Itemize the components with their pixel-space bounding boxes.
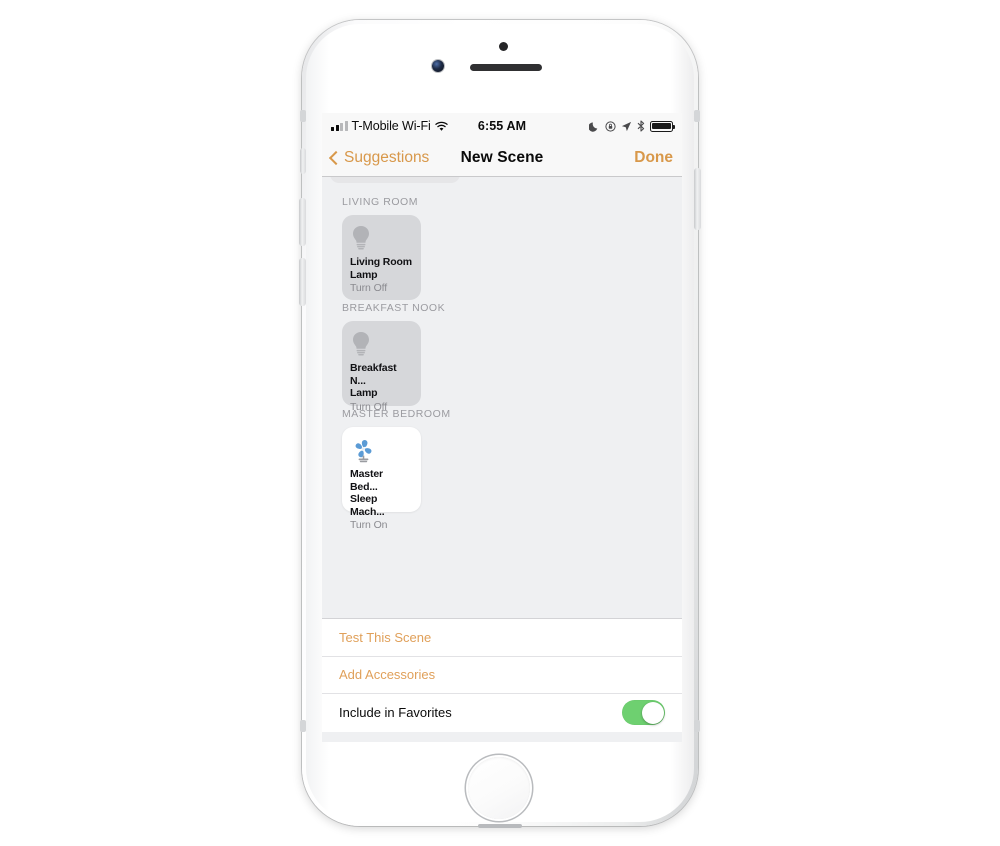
antenna-band-right-top — [694, 110, 700, 122]
power-button[interactable] — [694, 168, 701, 230]
tile-name: Breakfast N... Lamp — [350, 362, 413, 400]
wifi-icon — [435, 121, 448, 131]
test-this-scene-button[interactable]: Test This Scene — [322, 619, 682, 657]
scene-accessories-list: LIVING ROOM Living Room Lamp Turn Off BR… — [322, 177, 682, 618]
tile-name: Living Room Lamp — [350, 256, 413, 281]
tile-state: Turn Off — [350, 282, 388, 294]
tile-name-line2: Sleep Mach... — [350, 493, 385, 518]
accessory-tile-living-room-lamp[interactable]: Living Room Lamp Turn Off — [342, 215, 421, 300]
screenshot-root: T-Mobile Wi-Fi 6:55 AM Suggestions New S… — [0, 0, 1000, 846]
navigation-bar: Suggestions New Scene Done — [322, 139, 682, 177]
battery-full-icon — [650, 120, 676, 132]
lightbulb-icon — [350, 224, 413, 252]
tile-row: Master Bed... Sleep Mach... Turn On — [322, 427, 682, 531]
earpiece-speaker — [470, 64, 542, 71]
tile-state: Turn Off — [350, 400, 388, 413]
rotation-lock-icon — [605, 120, 616, 132]
phone-screen: T-Mobile Wi-Fi 6:55 AM Suggestions New S… — [322, 113, 682, 742]
bluetooth-icon — [637, 120, 645, 132]
location-arrow-icon — [621, 121, 632, 131]
antenna-band-left-top — [300, 110, 306, 122]
chevron-left-icon — [328, 150, 344, 165]
home-button[interactable] — [468, 757, 530, 819]
fan-icon — [350, 436, 413, 464]
tile-name: Master Bed... Sleep Mach... — [350, 468, 413, 518]
tile-name-line2: Lamp — [350, 387, 378, 399]
bottom-speaker-notch — [478, 824, 522, 828]
toggle-knob — [641, 701, 664, 724]
status-bar-left: T-Mobile Wi-Fi — [331, 119, 478, 133]
done-button[interactable]: Done — [543, 149, 673, 167]
status-bar-right — [526, 120, 676, 132]
carrier-label: T-Mobile Wi-Fi — [351, 119, 431, 133]
accessory-group-breakfast-nook: BREAKFAST NOOK Breakfast N... Lamp Turn … — [322, 302, 682, 413]
tile-name-line1: Master Bed... — [350, 468, 383, 493]
accessory-tile-breakfast-nook-lamp[interactable]: Breakfast N... Lamp Turn Off — [342, 321, 421, 413]
tile-row: Breakfast N... Lamp Turn Off — [322, 321, 682, 413]
antenna-band-right-bottom — [694, 720, 700, 732]
include-in-favorites-row[interactable]: Include in Favorites — [322, 694, 682, 732]
back-button-label: Suggestions — [344, 148, 430, 166]
lightbulb-icon — [350, 330, 413, 358]
accessory-group-living-room: LIVING ROOM Living Room Lamp Turn Off — [322, 196, 682, 300]
volume-up-button[interactable] — [299, 198, 306, 246]
group-title: LIVING ROOM — [342, 196, 419, 208]
tile-name-line1: Breakfast N... — [350, 362, 397, 387]
accessory-group-master-bedroom: MASTER BEDROOM Master Bed... Sleep Mach.… — [322, 408, 682, 531]
group-title: BREAKFAST NOOK — [342, 302, 446, 314]
tile-row: Living Room Lamp Turn Off — [322, 215, 682, 300]
add-accessories-button[interactable]: Add Accessories — [322, 657, 682, 694]
mute-switch[interactable] — [300, 148, 306, 174]
status-bar-time: 6:55 AM — [477, 119, 527, 133]
tile-state: Turn On — [350, 519, 388, 531]
status-bar: T-Mobile Wi-Fi 6:55 AM — [322, 113, 682, 139]
screen-bottom-filler — [322, 731, 682, 742]
scene-actions-list: Test This Scene Add Accessories Include … — [322, 618, 682, 732]
page-title: New Scene — [460, 148, 544, 166]
include-in-favorites-toggle[interactable] — [622, 700, 665, 726]
accessory-tile-master-bedroom-sleep-machine[interactable]: Master Bed... Sleep Mach... Turn On — [342, 427, 421, 531]
tile-name-line1: Living Room — [350, 256, 412, 268]
back-button[interactable]: Suggestions — [328, 148, 461, 167]
volume-down-button[interactable] — [299, 258, 306, 306]
front-camera-icon — [432, 60, 444, 72]
proximity-sensor-icon — [499, 42, 508, 51]
antenna-band-left-bottom — [300, 720, 306, 732]
tile-name-line2: Lamp — [350, 268, 378, 281]
signal-bars-icon — [331, 121, 348, 131]
include-in-favorites-label: Include in Favorites — [339, 705, 452, 721]
moon-do-not-disturb-icon — [589, 121, 598, 132]
